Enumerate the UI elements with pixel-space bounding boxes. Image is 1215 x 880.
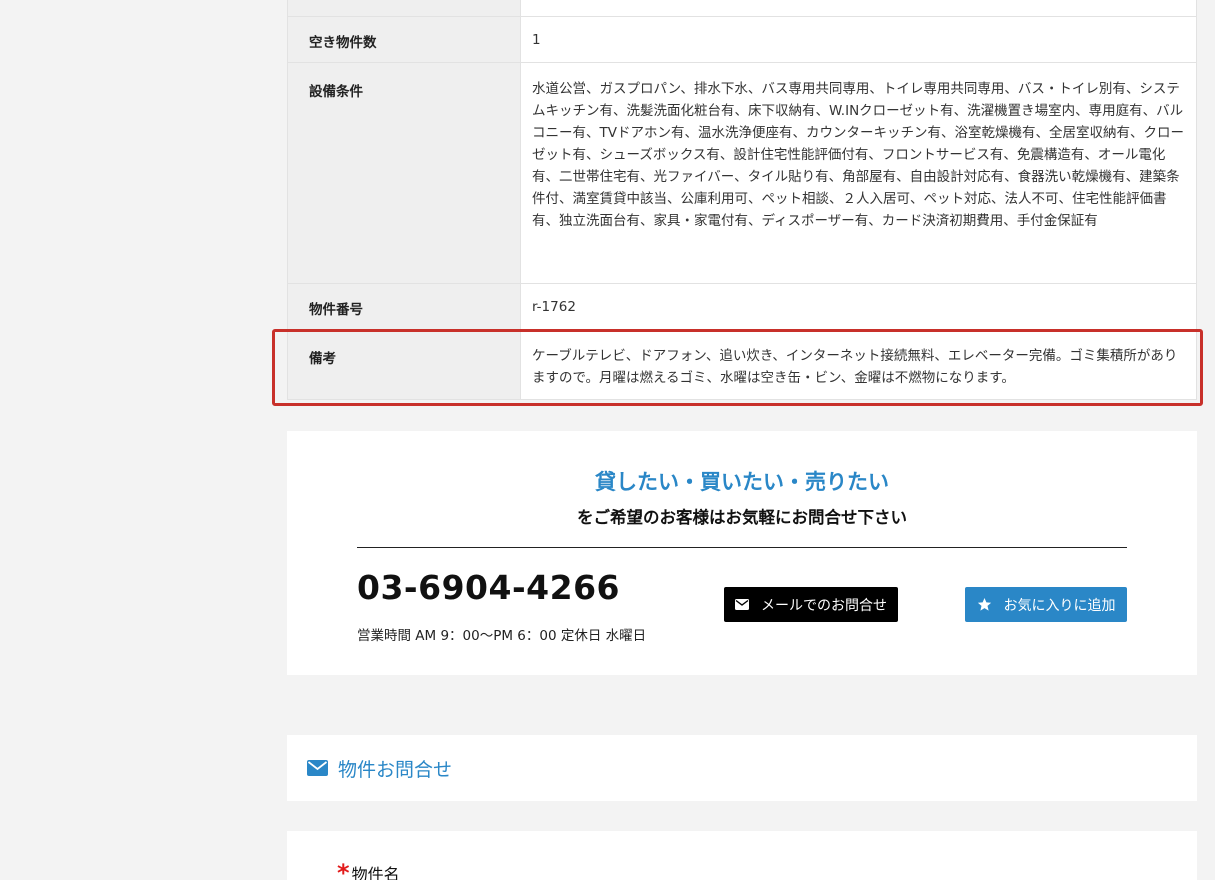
add-favorite-label: お気に入りに追加 — [1003, 597, 1116, 614]
property-name-field-label: * 物件名 — [337, 861, 400, 880]
spec-label-property-number: 物件番号 — [287, 284, 521, 329]
inquiry-form: * 物件名 — [287, 831, 1197, 880]
spec-value — [521, 0, 1197, 16]
spec-row-property-number: 物件番号 r-1762 — [287, 284, 1197, 330]
property-spec-table: 空き物件数 1 設備条件 水道公営、ガスプロパン、排水下水、バス専用共同専用、ト… — [287, 0, 1197, 400]
property-name-label: 物件名 — [351, 865, 400, 880]
contact-divider — [357, 547, 1127, 548]
spec-label-facilities: 設備条件 — [287, 63, 521, 283]
business-hours: 営業時間 AM 9：00〜PM 6：00 定休日 水曜日 — [357, 628, 647, 644]
mail-inquiry-label: メールでのお問合せ — [761, 597, 887, 614]
spec-value-vacancy: 1 — [521, 17, 1197, 62]
envelope-icon — [735, 599, 749, 610]
envelope-icon — [307, 760, 328, 776]
spec-row-vacancy: 空き物件数 1 — [287, 17, 1197, 63]
spec-row-remarks: 備考 ケーブルテレビ、ドアフォン、追い炊き、インターネット接続無料、エレベーター… — [287, 330, 1197, 400]
contact-box: 貸したい・買いたい・売りたい をご希望のお客様はお気軽にお問合せ下さい 03-6… — [287, 431, 1197, 675]
inquiry-section-header: 物件お問合せ — [287, 735, 1197, 801]
spec-label-vacancy: 空き物件数 — [287, 17, 521, 62]
contact-title: 貸したい・買いたい・売りたい — [595, 470, 889, 494]
add-favorite-button[interactable]: お気に入りに追加 — [965, 587, 1127, 622]
required-mark: * — [337, 859, 350, 880]
phone-number[interactable]: 03-6904-4266 — [357, 568, 620, 607]
spec-label-remarks: 備考 — [287, 330, 521, 399]
spec-value-facilities: 水道公営、ガスプロパン、排水下水、バス専用共同専用、トイレ専用共同専用、バス・ト… — [521, 63, 1197, 283]
mail-inquiry-button[interactable]: メールでのお問合せ — [724, 587, 898, 622]
spec-row-top — [287, 0, 1197, 17]
star-icon — [977, 597, 992, 612]
inquiry-title: 物件お問合せ — [338, 758, 453, 781]
contact-subtitle: をご希望のお客様はお気軽にお問合せ下さい — [577, 508, 907, 527]
spec-value-remarks: ケーブルテレビ、ドアフォン、追い炊き、インターネット接続無料、エレベーター完備。… — [521, 330, 1197, 399]
spec-row-facilities: 設備条件 水道公営、ガスプロパン、排水下水、バス専用共同専用、トイレ専用共同専用… — [287, 63, 1197, 284]
spec-label — [287, 0, 521, 16]
spec-value-property-number: r-1762 — [521, 284, 1197, 329]
